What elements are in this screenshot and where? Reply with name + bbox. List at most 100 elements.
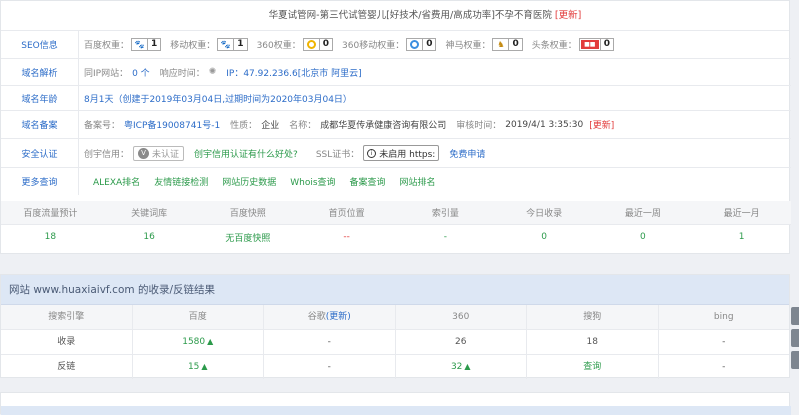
loading-spinner-icon: ✺ [208,67,217,77]
toolbar-button[interactable] [791,307,799,325]
domain-content: 同IP网站： 0 个 响应时间： ✺ IP：47.92.236.6[北京市 阿里… [79,59,362,85]
ssl-label: SSL证书： [315,149,360,160]
ip-address[interactable]: IP：47.92.236.6[北京市 阿里云] [226,66,361,79]
bing-cell: - [722,362,726,372]
beian-time-label: 审核时间： [456,121,502,131]
week-indexed[interactable]: 0 [594,232,693,242]
toutiao-weight-badge[interactable]: ■■ 0 [578,38,615,51]
col-sogou: 搜狗 [527,305,659,329]
up-arrow-icon: ▲ [464,362,471,371]
table-row: 反链 15 ▲ - 32 ▲ 查询 - [1,354,789,379]
beian-name-label: 名称： [289,121,317,131]
beian-row: 域名备案 备案号： 粤ICP备19008741号-1 性质： 企业 名称： 成都… [1,111,791,139]
google-cell: - [264,330,396,354]
toutiao-weight-value: 0 [599,39,613,50]
stats-header: 百度流量预计 关键词库 百度快照 首页位置 索引量 今日收录 最近一周 最近一月 [1,201,791,225]
baidu-snapshot[interactable]: 无百度快照 [199,231,298,244]
beian-query-link[interactable]: 备案查询 [350,175,386,188]
stats-table: 百度流量预计 关键词库 百度快照 首页位置 索引量 今日收录 最近一周 最近一月… [1,201,791,249]
baidu-value[interactable]: 15 [188,362,199,372]
shenma-icon: ♞ [497,40,505,49]
security-label: 安全认证 [1,139,79,167]
beian-time: 2019/4/1 3:35:30 [505,119,584,130]
keyword-count[interactable]: 16 [100,232,199,242]
panel-title: 网站 www.huaxiaivf.com 的收录/反链结果 [1,275,789,305]
stats-header-cell: 最近一月 [723,209,760,219]
ssl-badge[interactable]: i 未启用 https: [363,145,440,161]
toolbar-button[interactable] [791,351,799,369]
shenma-weight-badge[interactable]: ♞ 0 [492,38,523,51]
same-ip-label: 同IP网站： [84,68,129,79]
sogou-query-link[interactable]: 查询 [527,355,659,379]
360-weight-badge[interactable]: 0 [302,38,334,51]
mobile-weight-badge[interactable]: 🐾 1 [217,38,248,51]
security-row: 安全认证 创宇信用： V 未认证 创宇信用认证有什么好处? SSL证书： i 未启用… [1,139,791,168]
domain-age[interactable]: 8月1天（创建于2019年03月04日,过期时间为2020年03月04日） [84,92,352,105]
table-row: 收录 1580 ▲ - 26 18 - [1,329,789,354]
links-header: 搜索引擎 百度 谷歌(更新) 360 搜狗 bing [1,305,789,329]
mobile-weight-value: 1 [233,39,246,50]
next-panel [0,392,791,415]
same-ip-count[interactable]: 0 个 [132,66,150,79]
baidu-weight-badge[interactable]: 🐾 1 [131,38,162,51]
today-indexed[interactable]: 0 [495,232,594,242]
google-cell: - [264,355,396,379]
site-title: 华夏试管网-第三代试管婴儿[好技术/省费用/高成功率]不孕不育医院 [268,10,552,21]
floating-toolbar [791,307,799,373]
360-icon [407,39,422,50]
domain-label: 域名解析 [1,59,79,85]
ssl-apply-link[interactable]: 免费申请 [449,147,485,160]
alexa-link[interactable]: ALEXA排名 [93,175,140,188]
seo-row: SEO信息 百度权重： 🐾 1 移动权重： 🐾 1 360权重： 0 360移动权重… [1,31,791,59]
site-rank-link[interactable]: 网站排名 [400,175,436,188]
beian-no[interactable]: 粤ICP备19008741号-1 [124,118,220,131]
up-arrow-icon: ▲ [201,362,208,371]
baidu-value[interactable]: 1580 [182,337,205,347]
info-icon: i [367,148,377,158]
chuangyu-benefit-link[interactable]: 创宇信用认证有什么好处? [194,147,298,160]
paw-icon: 🐾 [134,40,145,49]
beian-label: 域名备案 [1,111,79,138]
seo-panel: 华夏试管网-第三代试管婴儿[好技术/省费用/高成功率]不孕不育医院 [更新] SE… [0,0,791,254]
360-cell[interactable]: 32 ▲ [396,355,527,379]
seo-label: SEO信息 [1,31,79,58]
chuangyu-badge[interactable]: V 未认证 [133,145,185,161]
baidu-weight-value: 1 [147,39,160,50]
baidu-weight-label: 百度权重： [84,41,130,51]
col-engine: 搜索引擎 [1,305,133,329]
stats-header-cell: 百度流量预计 [23,209,78,219]
site-title-row: 华夏试管网-第三代试管婴儿[好技术/省费用/高成功率]不孕不育医院 [更新] [1,1,789,31]
col-360: 360 [396,305,527,329]
toutiao-weight-label: 头条权重： [531,41,577,51]
friend-link-check[interactable]: 友情链接检测 [154,175,208,188]
verify-icon: V [138,147,150,159]
history-data-link[interactable]: 网站历史数据 [222,175,276,188]
whois-link[interactable]: Whois查询 [290,175,335,188]
paw-icon: 🐾 [220,40,231,49]
baidu-traffic[interactable]: 18 [1,232,100,242]
360-weight-value: 0 [318,39,332,50]
360-mobile-weight-value: 0 [422,39,435,50]
stats-header-cell: 最近一周 [624,209,661,219]
beian-update-link[interactable]: [更新] [589,118,614,131]
ssl-badge-text: 未启用 https: [379,149,436,160]
stats-header-cell: 百度快照 [229,209,266,219]
bing-cell: - [722,337,726,347]
360-mobile-weight-badge[interactable]: 0 [406,38,437,51]
home-position: -- [343,232,350,242]
toolbar-button[interactable] [791,329,799,347]
google-label: 谷歌 [307,312,326,322]
google-update-link[interactable]: (更新) [326,312,351,322]
baidu-cell[interactable]: 1580 ▲ [133,330,264,354]
age-row: 域名年龄 8月1天（创建于2019年03月04日,过期时间为2020年03月04… [1,86,791,111]
360-value[interactable]: 32 [451,362,462,372]
360-weight-label: 360权重： [256,41,301,51]
baidu-cell[interactable]: 15 ▲ [133,355,264,379]
domain-row: 域名解析 同IP网站： 0 个 响应时间： ✺ IP：47.92.236.6[北… [1,59,791,86]
index-count: - [443,232,447,242]
title-update-link[interactable]: [更新] [555,10,581,21]
row-name: 收录 [1,330,133,354]
stats-header-cell: 索引量 [431,209,459,219]
month-indexed[interactable]: 1 [692,232,791,242]
stats-values: 18 16 无百度快照 -- - 0 0 1 [1,225,791,249]
